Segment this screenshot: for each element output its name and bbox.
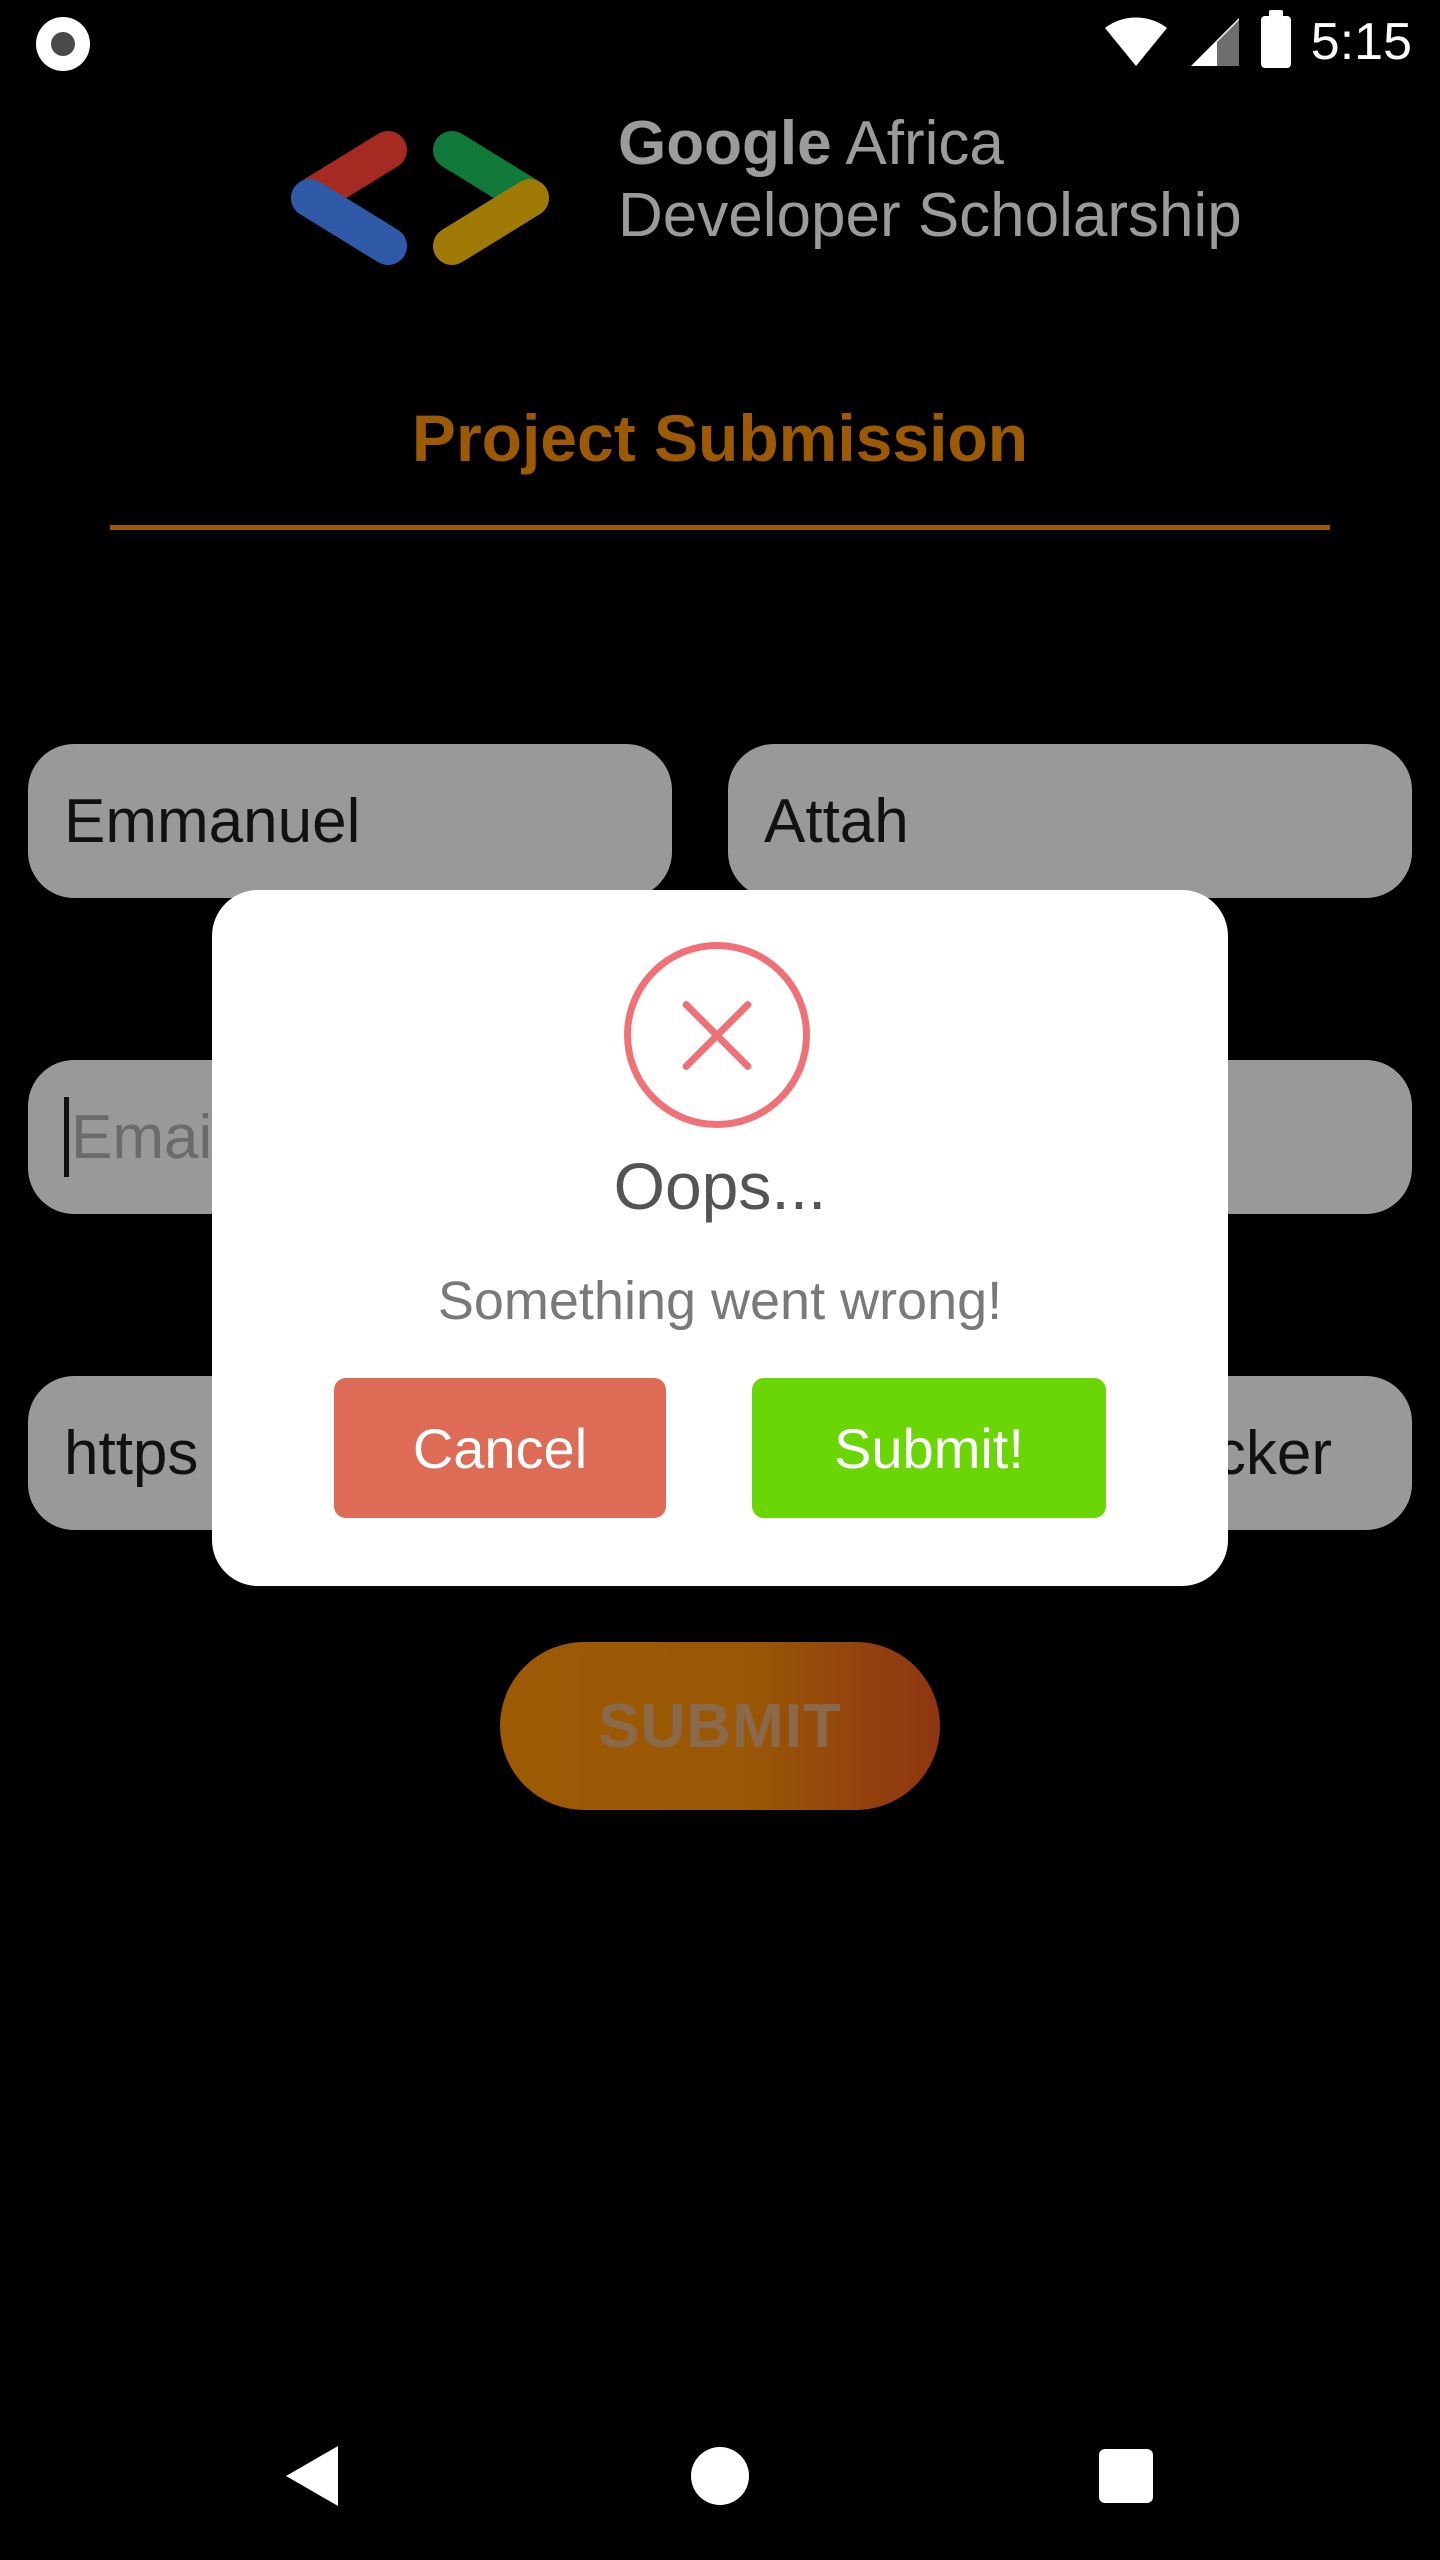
email-placeholder: Email xyxy=(71,1102,227,1172)
status-time: 5:15 xyxy=(1310,13,1412,71)
last-name-value: Attah xyxy=(764,786,909,856)
cancel-button[interactable]: Cancel xyxy=(334,1378,666,1518)
logo-google-text: Google xyxy=(618,109,832,178)
first-name-value: Emmanuel xyxy=(64,786,361,856)
dialog-title: Oops... xyxy=(613,1149,827,1223)
recents-icon[interactable] xyxy=(1099,2449,1153,2503)
second-link-value: cker xyxy=(1214,1418,1332,1488)
logo-text: Google Africa Developer Scholarship xyxy=(618,108,1242,252)
logo-africa-text: Africa xyxy=(845,109,1004,178)
status-bar: 5:15 xyxy=(0,0,1440,84)
last-name-field[interactable]: Attah xyxy=(728,744,1412,898)
error-dialog: Oops... Something went wrong! Cancel Sub… xyxy=(212,890,1228,1586)
error-x-icon xyxy=(624,942,810,1128)
text-cursor xyxy=(64,1097,69,1177)
logo-subtitle-text: Developer Scholarship xyxy=(618,181,1242,250)
record-indicator-icon xyxy=(36,17,90,71)
confirm-submit-button[interactable]: Submit! xyxy=(752,1378,1106,1518)
status-icons: 5:15 xyxy=(1103,10,1412,74)
home-icon[interactable] xyxy=(691,2447,749,2505)
back-icon[interactable] xyxy=(286,2446,338,2506)
title-divider xyxy=(110,525,1330,530)
submit-button[interactable]: SUBMIT xyxy=(500,1642,940,1810)
github-link-value: https xyxy=(64,1418,199,1488)
dialog-message: Something went wrong! xyxy=(437,1271,1003,1331)
page-title: Project Submission xyxy=(411,401,1029,475)
wifi-icon xyxy=(1104,17,1167,66)
screen: 5:15 Google Africa Developer Scholarship… xyxy=(0,0,1440,2560)
developer-scholarship-logo xyxy=(291,131,549,265)
first-name-field[interactable]: Emmanuel xyxy=(28,744,672,898)
signal-icon xyxy=(1190,18,1239,66)
battery-icon xyxy=(1260,10,1291,68)
